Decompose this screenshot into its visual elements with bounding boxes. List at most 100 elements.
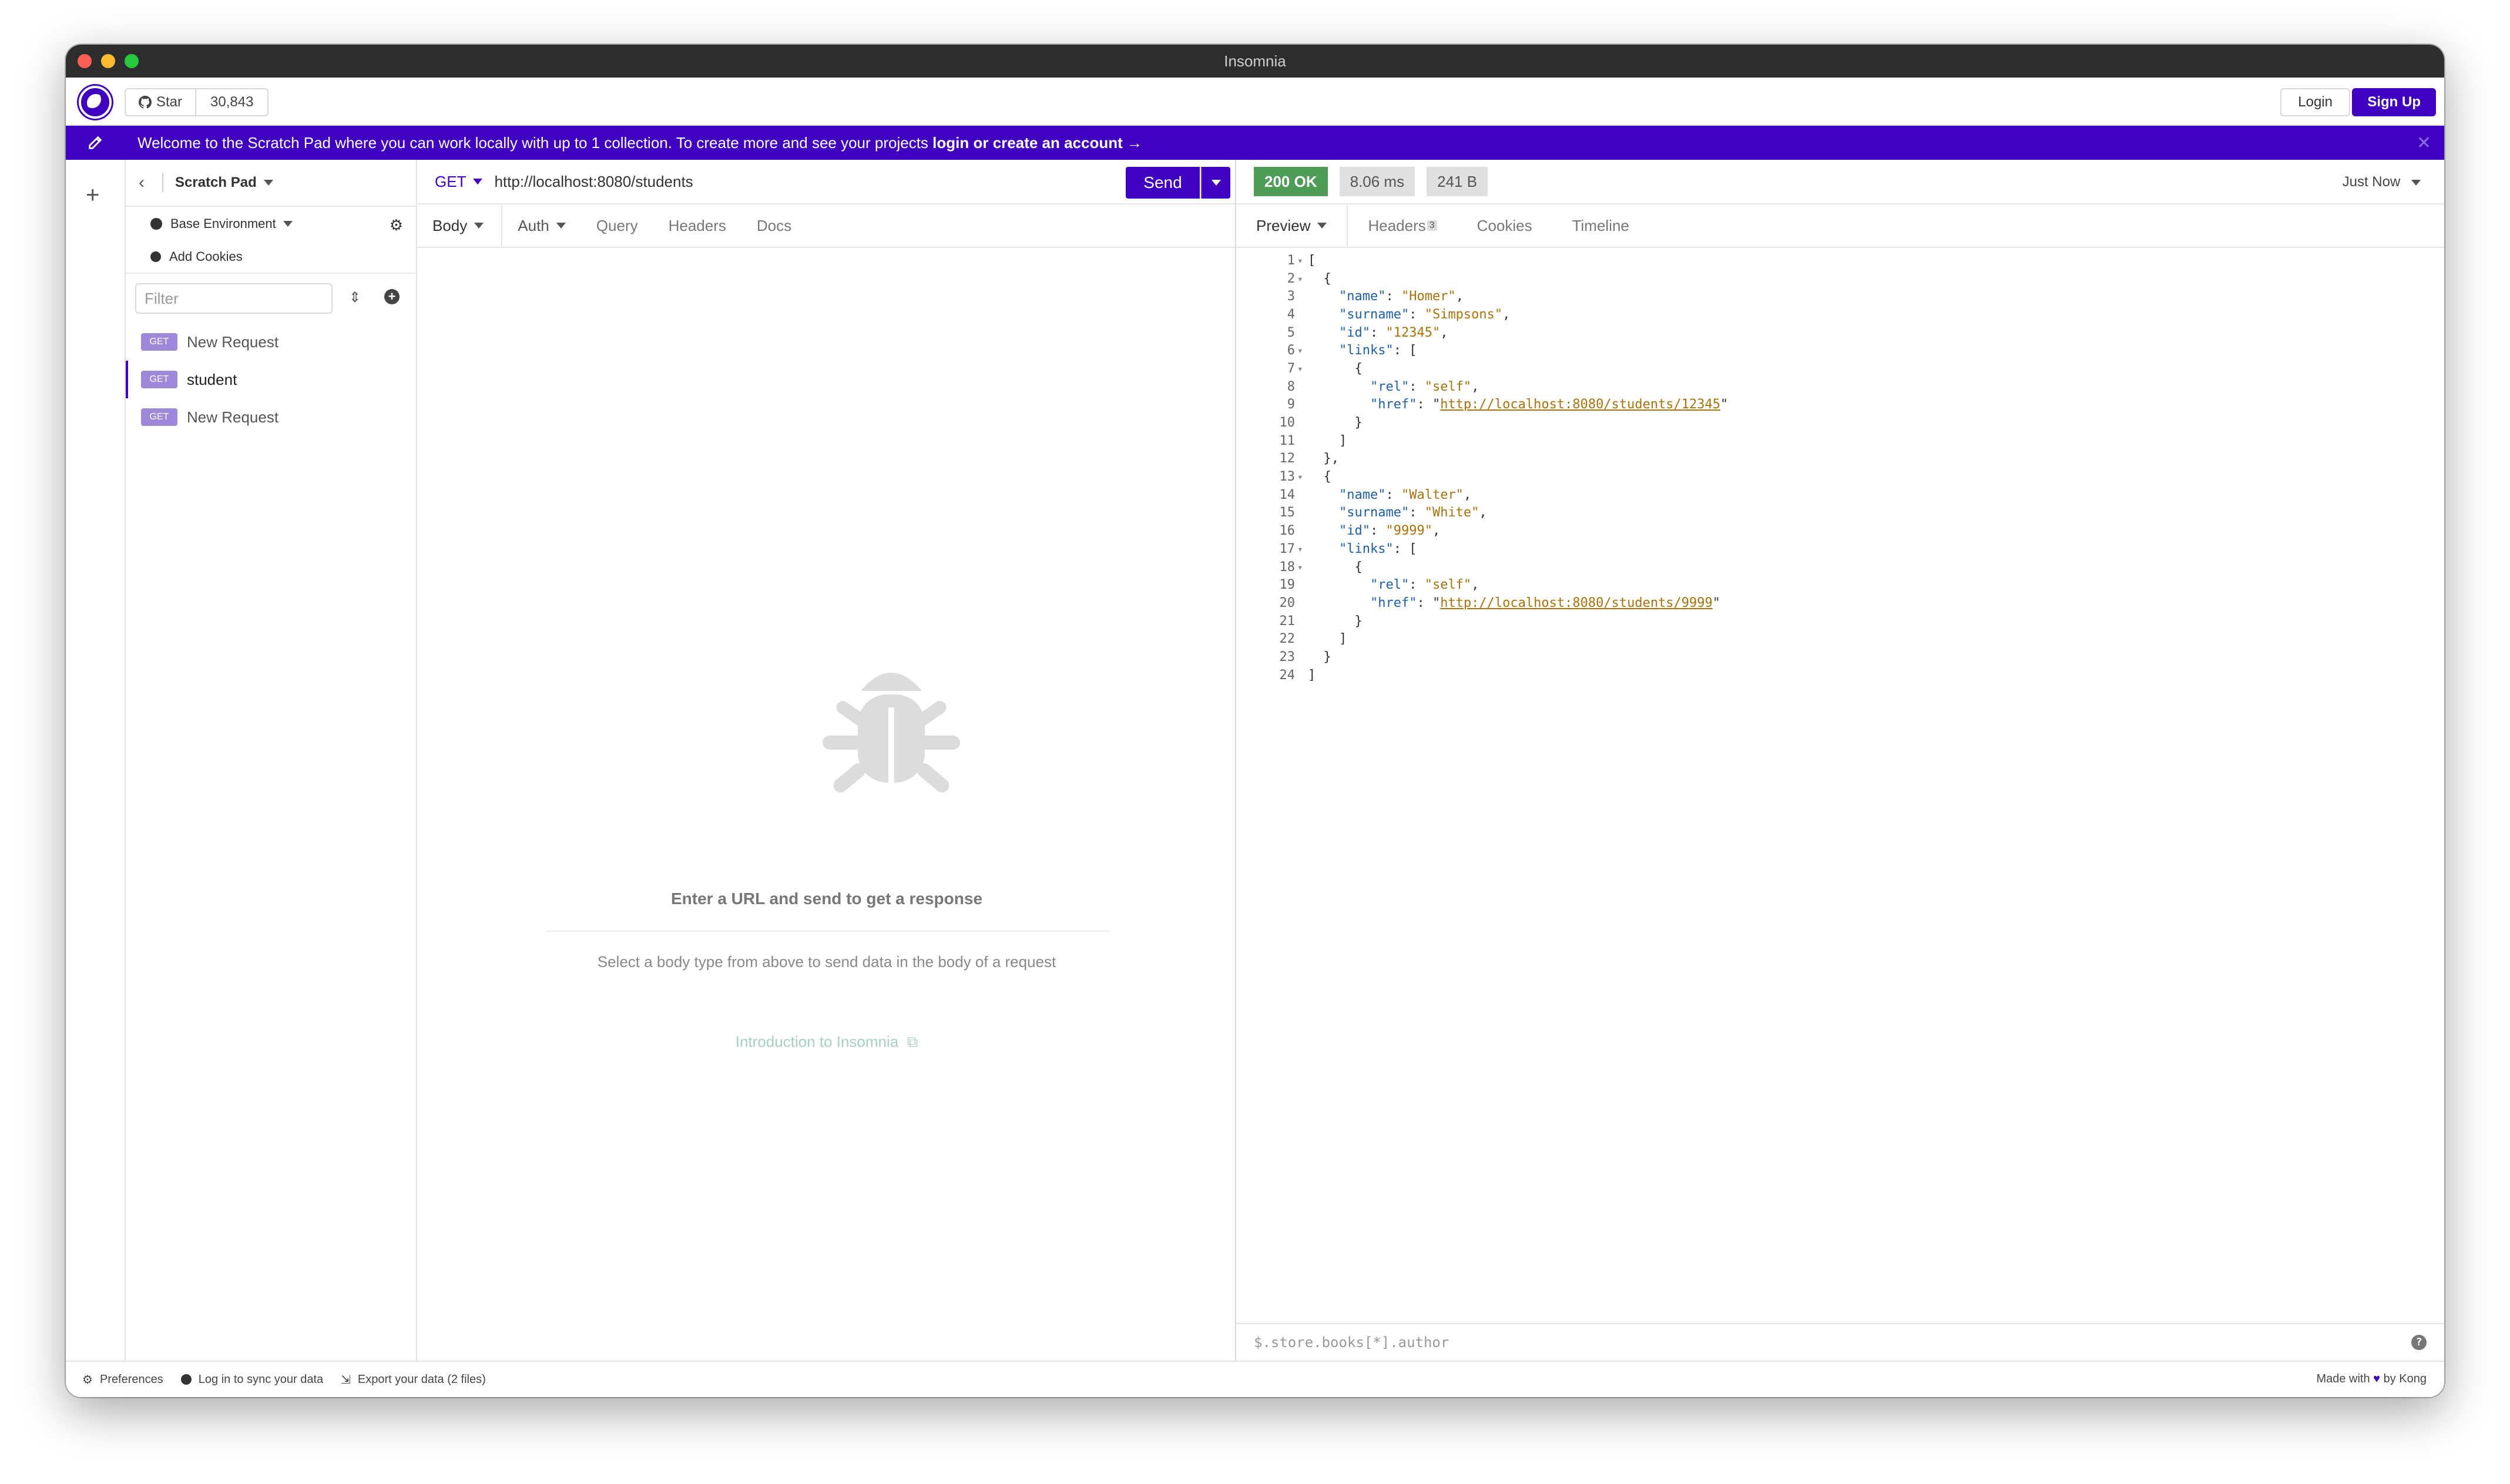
help-icon[interactable]: ? (2411, 1335, 2427, 1350)
banner-text: Welcome to the Scratch Pad where you can… (137, 133, 933, 152)
scratch-pad-banner: Welcome to the Scratch Pad where you can… (66, 126, 2444, 160)
tab-cookies[interactable]: Cookies (1457, 204, 1552, 247)
response-filter-input[interactable]: $.store.books[*].author ? (1236, 1323, 2444, 1361)
code-line: 16 "id": "9999", (1236, 522, 2444, 540)
divider (546, 931, 1110, 932)
response-tabs: Preview Headers 3 Cookies Timeline (1236, 204, 2444, 248)
request-item-student[interactable]: GET student (126, 361, 416, 398)
login-button[interactable]: Login (2280, 88, 2350, 116)
code-line: 21 } (1236, 612, 2444, 630)
line-number: 7 (1287, 361, 1295, 376)
add-cookies-button[interactable]: Add Cookies (126, 241, 416, 274)
code-line: 5 "id": "12345", (1236, 324, 2444, 342)
filter-input[interactable]: Filter (135, 283, 333, 314)
line-number: 22 (1279, 632, 1296, 647)
github-star-button[interactable]: Star (126, 89, 197, 115)
code-text: { (1308, 469, 1331, 485)
code-text: } (1308, 649, 1331, 664)
chevron-down-icon (2411, 179, 2421, 186)
code-text: "links": [ (1338, 343, 1417, 358)
fold-toggle-icon[interactable]: ▾ (1295, 255, 1308, 266)
code-line: 20 "href": "http://localhost:8080/studen… (1236, 594, 2444, 612)
code-line: 24] (1236, 666, 2444, 684)
code-text: "rel": "self", (1370, 379, 1479, 394)
tab-timeline[interactable]: Timeline (1552, 204, 1649, 247)
line-number: 13 (1279, 469, 1296, 485)
github-icon (139, 96, 152, 109)
tab-response-headers[interactable]: Headers 3 (1348, 204, 1457, 247)
export-data-button[interactable]: ⇲ Export your data (2 files) (341, 1372, 486, 1387)
close-window-button[interactable] (78, 54, 92, 68)
workspace-title[interactable]: Scratch Pad (175, 174, 257, 191)
banner-login-link[interactable]: login or create an account → (932, 134, 1142, 152)
user-icon (180, 1374, 192, 1385)
top-header: Star 30,843 Login Sign Up (66, 78, 2444, 126)
code-text: ] (1308, 632, 1347, 647)
code-line: 14 "name": "Walter", (1236, 486, 2444, 504)
code-text: [ (1308, 253, 1316, 268)
intro-link[interactable]: Introduction to Insomnia ⧉ (417, 1033, 1236, 1052)
window-title: Insomnia (1224, 52, 1286, 70)
intro-link-label: Introduction to Insomnia (735, 1033, 899, 1050)
code-line: 15 "surname": "White", (1236, 504, 2444, 522)
code-line: 7 ▾ { (1236, 360, 2444, 378)
request-item-new-request-1[interactable]: GET New Request (126, 323, 416, 361)
bug-icon (823, 673, 960, 793)
request-item-new-request-2[interactable]: GET New Request (126, 398, 416, 436)
line-number: 16 (1279, 523, 1296, 539)
line-number: 14 (1279, 487, 1296, 502)
environment-dot-icon (150, 218, 162, 230)
made-with-kong[interactable]: Made with ♥ by Kong (2316, 1372, 2427, 1386)
chevron-down-icon[interactable] (263, 180, 273, 186)
add-workspace-icon[interactable]: + (86, 182, 99, 209)
line-number: 8 (1287, 379, 1295, 394)
code-line: 3 "name": "Homer", (1236, 287, 2444, 305)
code-text: "surname": "Simpsons", (1338, 307, 1511, 322)
code-text: { (1308, 271, 1331, 286)
environment-label: Base Environment (170, 216, 276, 231)
filter-row: Filter ⇕ + (126, 274, 416, 323)
banner-close-icon[interactable]: ✕ (2417, 133, 2431, 153)
fold-toggle-icon[interactable]: ▾ (1295, 363, 1308, 374)
code-text: }, (1308, 451, 1339, 466)
line-number: 11 (1279, 433, 1296, 448)
github-star-count[interactable]: 30,843 (196, 89, 267, 115)
insomnia-logo-icon[interactable] (79, 86, 112, 119)
sort-icon[interactable]: ⇕ (349, 289, 361, 306)
preferences-button[interactable]: ⚙ Preferences (82, 1372, 163, 1387)
export-label: Export your data (2 files) (357, 1372, 486, 1386)
environment-selector[interactable]: Base Environment ⚙ (126, 207, 416, 241)
code-text: "name": "Walter", (1338, 487, 1472, 502)
response-pane: 200 OK 8.06 ms 241 B Just Now Preview He… (1236, 160, 2444, 1361)
method-badge: GET (141, 371, 177, 388)
left-rail: + (66, 160, 126, 1361)
fold-toggle-icon[interactable]: ▾ (1295, 543, 1308, 555)
line-number: 9 (1287, 397, 1295, 412)
line-number: 1 (1287, 253, 1295, 268)
response-json-viewer[interactable]: 1 ▾[2 ▾ {3 "name": "Homer", 4 "surname": "S… (1236, 251, 2444, 684)
back-chevron-icon[interactable]: ‹ (139, 173, 156, 193)
response-history-dropdown[interactable]: Just Now (2343, 174, 2421, 190)
fold-toggle-icon[interactable]: ▾ (1295, 273, 1308, 284)
tab-preview[interactable]: Preview (1236, 204, 1348, 247)
code-line: 4 "surname": "Simpsons", (1236, 305, 2444, 324)
line-number: 24 (1279, 667, 1296, 683)
fold-toggle-icon[interactable]: ▾ (1295, 345, 1308, 356)
method-badge: GET (141, 408, 177, 426)
traffic-lights (78, 54, 139, 68)
signup-button[interactable]: Sign Up (2352, 88, 2436, 116)
minimize-window-button[interactable] (101, 54, 115, 68)
line-number: 23 (1279, 649, 1296, 664)
cookie-icon (150, 251, 161, 262)
gear-icon[interactable]: ⚙ (390, 216, 403, 234)
fold-toggle-icon[interactable]: ▾ (1295, 562, 1308, 573)
maximize-window-button[interactable] (125, 54, 139, 68)
gear-icon: ⚙ (82, 1373, 93, 1386)
line-number: 19 (1279, 578, 1296, 593)
sync-login-button[interactable]: Log in to sync your data (180, 1373, 323, 1386)
chevron-down-icon (283, 221, 293, 227)
github-star-group[interactable]: Star 30,843 (125, 88, 269, 116)
response-status-bar: 200 OK 8.06 ms 241 B Just Now (1236, 160, 2444, 204)
add-request-icon[interactable]: + (384, 289, 400, 304)
fold-toggle-icon[interactable]: ▾ (1295, 471, 1308, 482)
